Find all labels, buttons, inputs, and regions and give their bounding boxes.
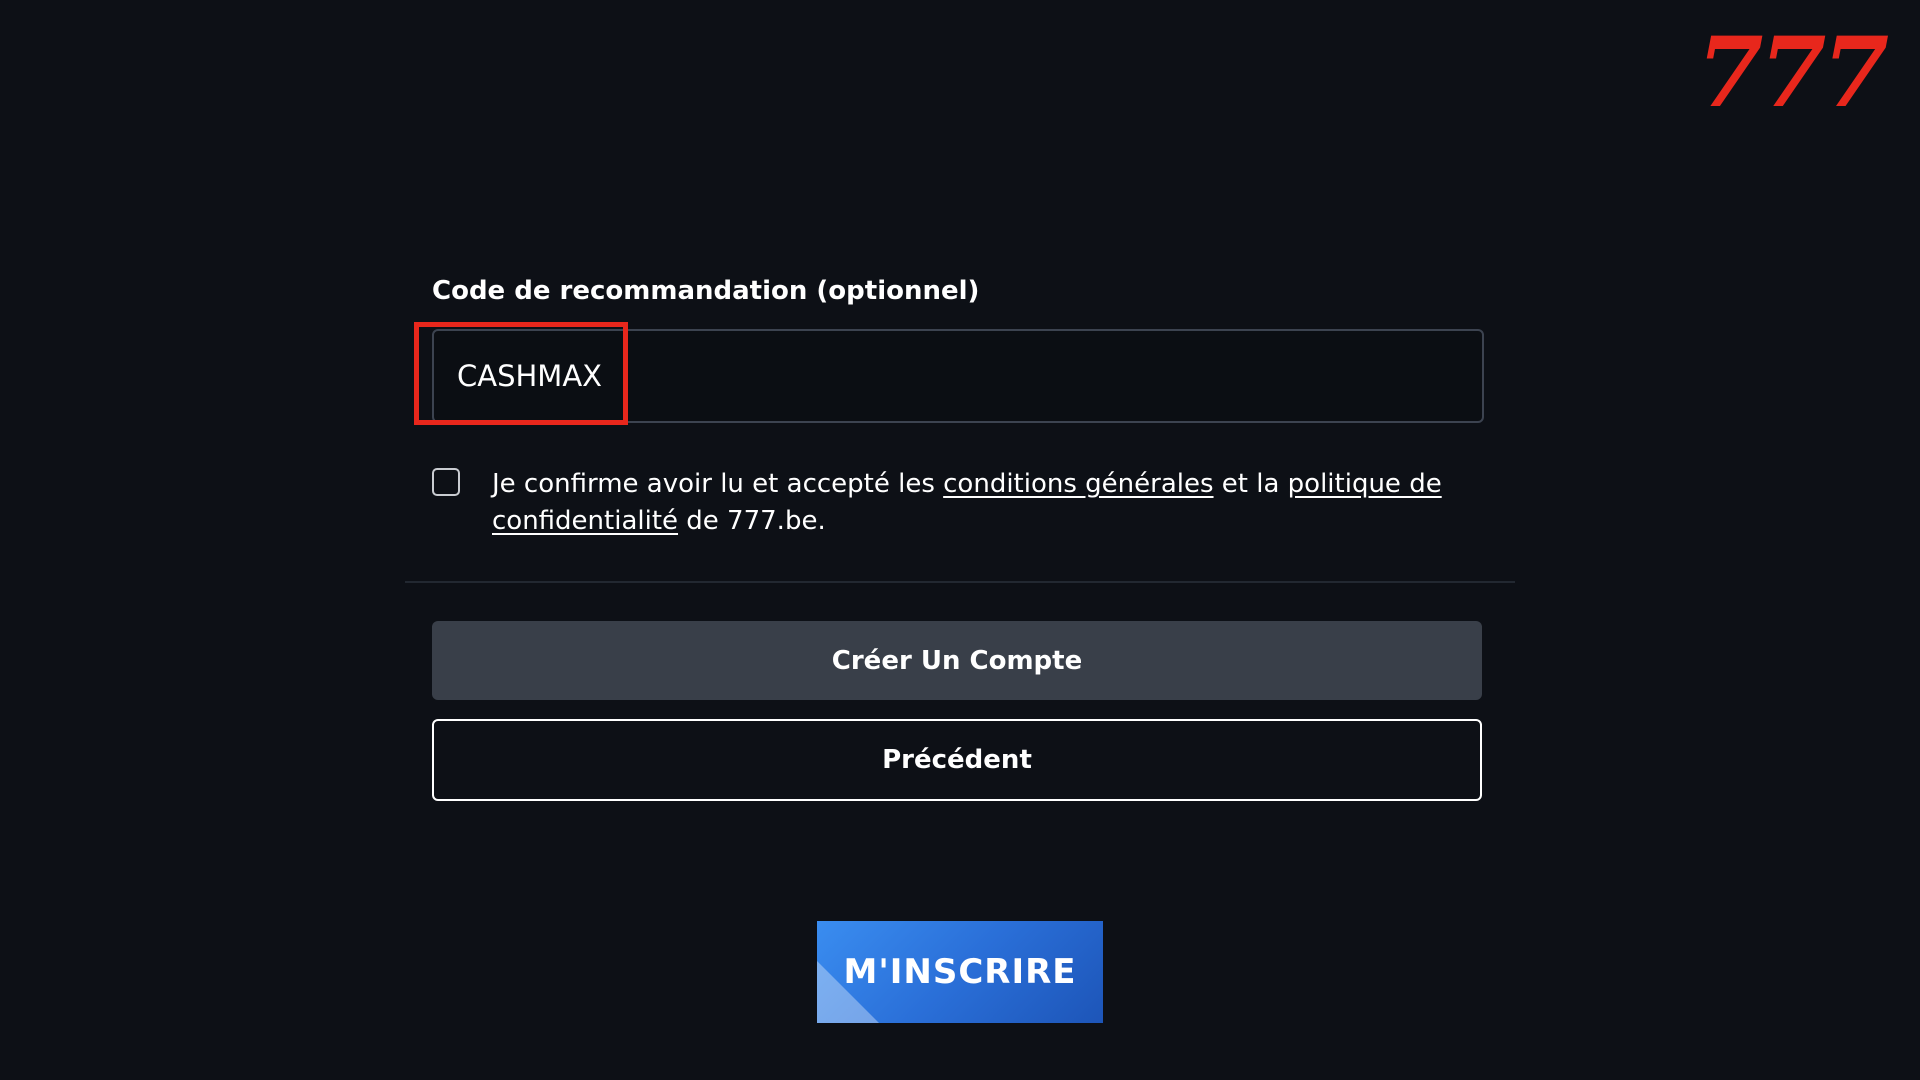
terms-checkbox[interactable] [432, 468, 460, 496]
terms-consent-text: Je confirme avoir lu et accepté les cond… [492, 466, 1492, 540]
signup-cta-button[interactable]: M'INSCRIRE [817, 921, 1103, 1023]
terms-link[interactable]: conditions générales [943, 469, 1213, 499]
create-account-button[interactable]: Créer Un Compte [432, 621, 1482, 700]
referral-code-field[interactable] [432, 329, 1484, 423]
referral-code-label: Code de recommandation (optionnel) [432, 276, 980, 306]
previous-button[interactable]: Précédent [432, 719, 1482, 801]
referral-code-input[interactable] [457, 331, 1447, 421]
brand-logo-text: 777 [1697, 26, 1889, 116]
consent-text-after: de 777.be. [678, 506, 826, 536]
signup-cta-label: M'INSCRIRE [843, 952, 1077, 992]
consent-text-middle: et la [1213, 469, 1288, 499]
brand-logo: 777 [1697, 26, 1893, 116]
form-divider [405, 581, 1515, 583]
consent-text-before: Je confirme avoir lu et accepté les [492, 469, 944, 499]
